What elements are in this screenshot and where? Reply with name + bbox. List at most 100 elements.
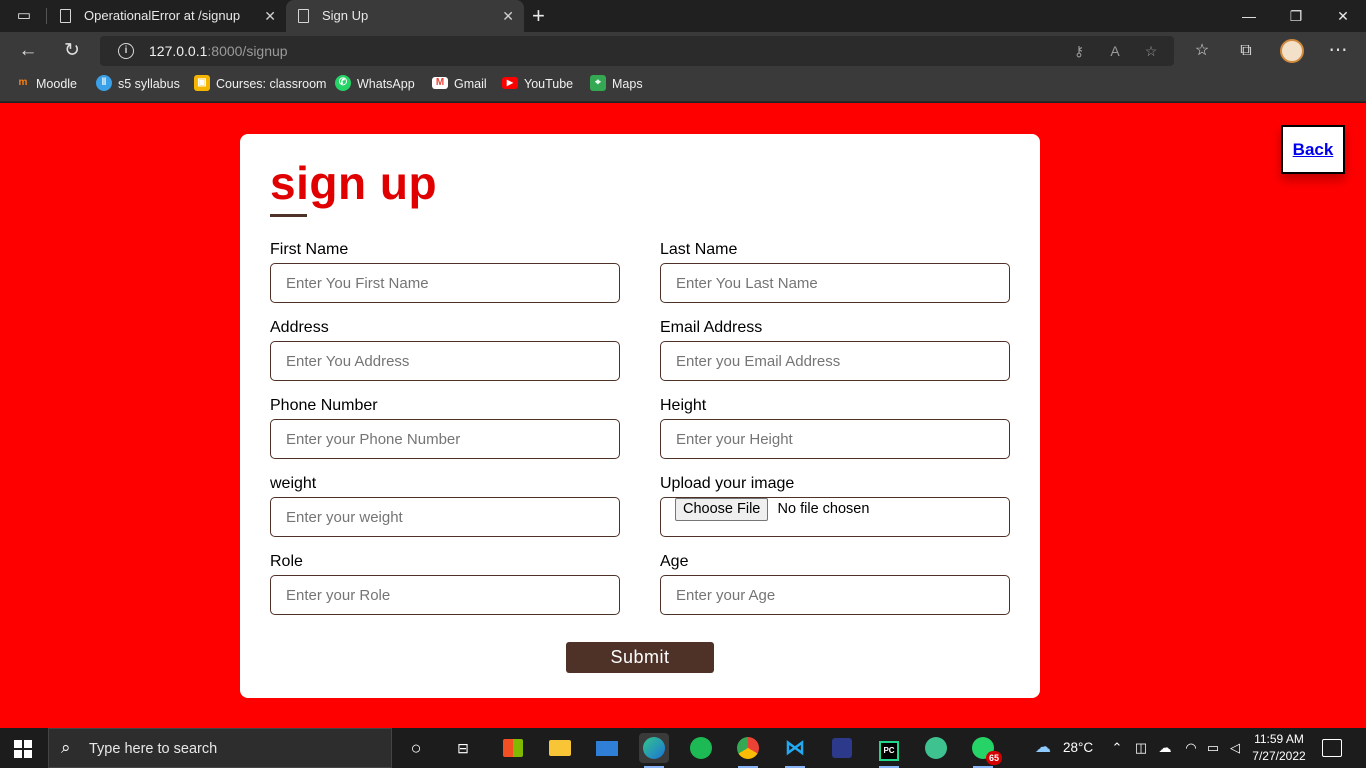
role-input[interactable]: [270, 575, 620, 615]
pycharm-icon[interactable]: PC: [874, 733, 904, 768]
tab-title: Sign Up: [322, 8, 369, 23]
bookmark-gmail[interactable]: M Gmail: [432, 70, 487, 98]
mail-icon[interactable]: [592, 733, 622, 763]
bookmark-label: Moodle: [36, 77, 77, 91]
search-icon: ⌕: [61, 738, 71, 757]
atom-icon[interactable]: [921, 733, 951, 763]
back-link[interactable]: Back: [1281, 125, 1345, 174]
read-aloud-icon[interactable]: A: [1100, 36, 1130, 66]
image-upload-label: Upload your image: [660, 475, 795, 492]
tab-strip: ▭ OperationalError at /signup ✕ Sign Up …: [0, 0, 1366, 32]
file-explorer-icon[interactable]: [545, 733, 575, 763]
taskbar-search[interactable]: ⌕ Type here to search: [48, 728, 392, 768]
bookmark-maps[interactable]: ⌖ Maps: [590, 70, 643, 98]
image-upload-group: Upload your image Choose File No file ch…: [660, 475, 1010, 537]
collections-icon[interactable]: ⧉: [1228, 32, 1264, 70]
email-group: Email Address: [660, 319, 1010, 381]
spotify-icon[interactable]: [686, 733, 716, 763]
moodle-icon: m: [18, 77, 28, 89]
bookmark-whatsapp[interactable]: ✆ WhatsApp: [335, 70, 415, 98]
edge-icon[interactable]: [639, 733, 669, 768]
battery-icon[interactable]: ▭: [1202, 728, 1224, 768]
back-arrow-icon[interactable]: ←: [10, 32, 46, 70]
bookmark-label: s5 syllabus: [118, 77, 180, 91]
role-group: Role: [270, 553, 620, 615]
first-name-input[interactable]: [270, 263, 620, 303]
key-icon[interactable]: ⚷: [1064, 36, 1094, 66]
phone-input[interactable]: [270, 419, 620, 459]
age-group: Age: [660, 553, 1010, 615]
add-favorite-icon[interactable]: ☆: [1136, 36, 1166, 66]
tab-sign-up[interactable]: Sign Up ✕: [286, 0, 524, 32]
weather-icon[interactable]: ☁: [1032, 728, 1054, 768]
title-underline: [270, 214, 307, 217]
notification-badge: 65: [986, 751, 1002, 765]
store-icon[interactable]: [498, 733, 528, 763]
close-icon[interactable]: ✕: [264, 0, 276, 32]
bookmark-classroom[interactable]: ▣ Courses: classroom: [194, 70, 326, 98]
tab-title: OperationalError at /signup: [84, 8, 241, 23]
vscode-icon[interactable]: ⋈: [780, 733, 810, 768]
weight-input[interactable]: [270, 497, 620, 537]
height-label: Height: [660, 397, 707, 414]
image-upload-field[interactable]: Choose File No file chosen: [660, 497, 1010, 537]
phone-group: Phone Number: [270, 397, 620, 459]
window-close-button[interactable]: ✕: [1320, 0, 1366, 32]
info-icon[interactable]: i: [118, 43, 134, 59]
email-input[interactable]: [660, 341, 1010, 381]
more-menu-icon[interactable]: ⋯: [1320, 32, 1356, 70]
bookmark-label: Maps: [612, 77, 643, 91]
volume-muted-icon[interactable]: ◁: [1224, 728, 1246, 768]
windows-start-icon[interactable]: [14, 740, 32, 758]
tab-operational-error[interactable]: OperationalError at /signup ✕: [48, 0, 286, 32]
clock-date: 7/27/2022: [1252, 749, 1306, 763]
last-name-input[interactable]: [660, 263, 1010, 303]
address-input[interactable]: [270, 341, 620, 381]
windows-taskbar: ⌕ Type here to search ○ ⊟ ⋈ PC 65 ☁ 28°C…: [0, 728, 1366, 768]
task-view-icon[interactable]: ⊟: [448, 733, 478, 763]
address-group: Address: [270, 319, 620, 381]
submit-button[interactable]: Submit: [566, 642, 714, 673]
phone-label: Phone Number: [270, 397, 378, 414]
wifi-icon[interactable]: ◠: [1180, 728, 1202, 768]
height-input[interactable]: [660, 419, 1010, 459]
close-icon[interactable]: ✕: [502, 0, 514, 32]
minimize-button[interactable]: —: [1226, 0, 1272, 32]
system-clock[interactable]: 11:59 AM 7/27/2022: [1246, 731, 1312, 765]
first-name-group: First Name: [270, 241, 620, 303]
restore-button[interactable]: ❐: [1273, 0, 1319, 32]
tab-actions-icon[interactable]: ▭: [10, 6, 38, 26]
classroom-icon: ▣: [194, 75, 210, 92]
role-label: Role: [270, 553, 303, 570]
onedrive-icon[interactable]: ☁: [1154, 728, 1176, 768]
search-placeholder: Type here to search: [89, 741, 218, 757]
email-label: Email Address: [660, 319, 763, 336]
weight-group: weight: [270, 475, 620, 537]
age-input[interactable]: [660, 575, 1010, 615]
meet-now-icon[interactable]: ◫: [1130, 728, 1152, 768]
chevron-up-icon[interactable]: ⌃: [1106, 728, 1128, 768]
bookmark-youtube[interactable]: ▶ YouTube: [502, 70, 573, 98]
bookmark-moodle[interactable]: m Moodle: [16, 70, 77, 98]
page-icon: [60, 9, 71, 23]
whatsapp-desktop-icon[interactable]: 65: [968, 733, 1002, 768]
address-bar[interactable]: i 127.0.0.1:8000/signup ⚷ A ☆: [100, 36, 1174, 66]
cortana-icon[interactable]: ○: [401, 733, 431, 763]
avatar[interactable]: [1280, 39, 1304, 63]
chrome-icon[interactable]: [733, 733, 763, 768]
bookmark-s5-syllabus[interactable]: ‖ s5 syllabus: [96, 70, 180, 98]
new-tab-button[interactable]: +: [532, 2, 545, 30]
refresh-icon[interactable]: ↻: [54, 32, 90, 70]
clock-time: 11:59 AM: [1254, 732, 1304, 746]
s5-icon: ‖: [96, 75, 112, 92]
notification-center-icon[interactable]: [1322, 739, 1342, 757]
favorites-icon[interactable]: ☆: [1184, 32, 1220, 70]
whatsapp-icon: ✆: [335, 75, 351, 92]
choose-file-button[interactable]: Choose File: [675, 498, 769, 521]
weather-temperature[interactable]: 28°C: [1063, 728, 1093, 768]
app-icon[interactable]: [827, 733, 857, 763]
url-text[interactable]: 127.0.0.1:8000/signup: [149, 36, 288, 66]
bookmark-label: Courses: classroom: [216, 77, 327, 91]
address-label: Address: [270, 319, 329, 336]
page-icon: [298, 9, 309, 23]
